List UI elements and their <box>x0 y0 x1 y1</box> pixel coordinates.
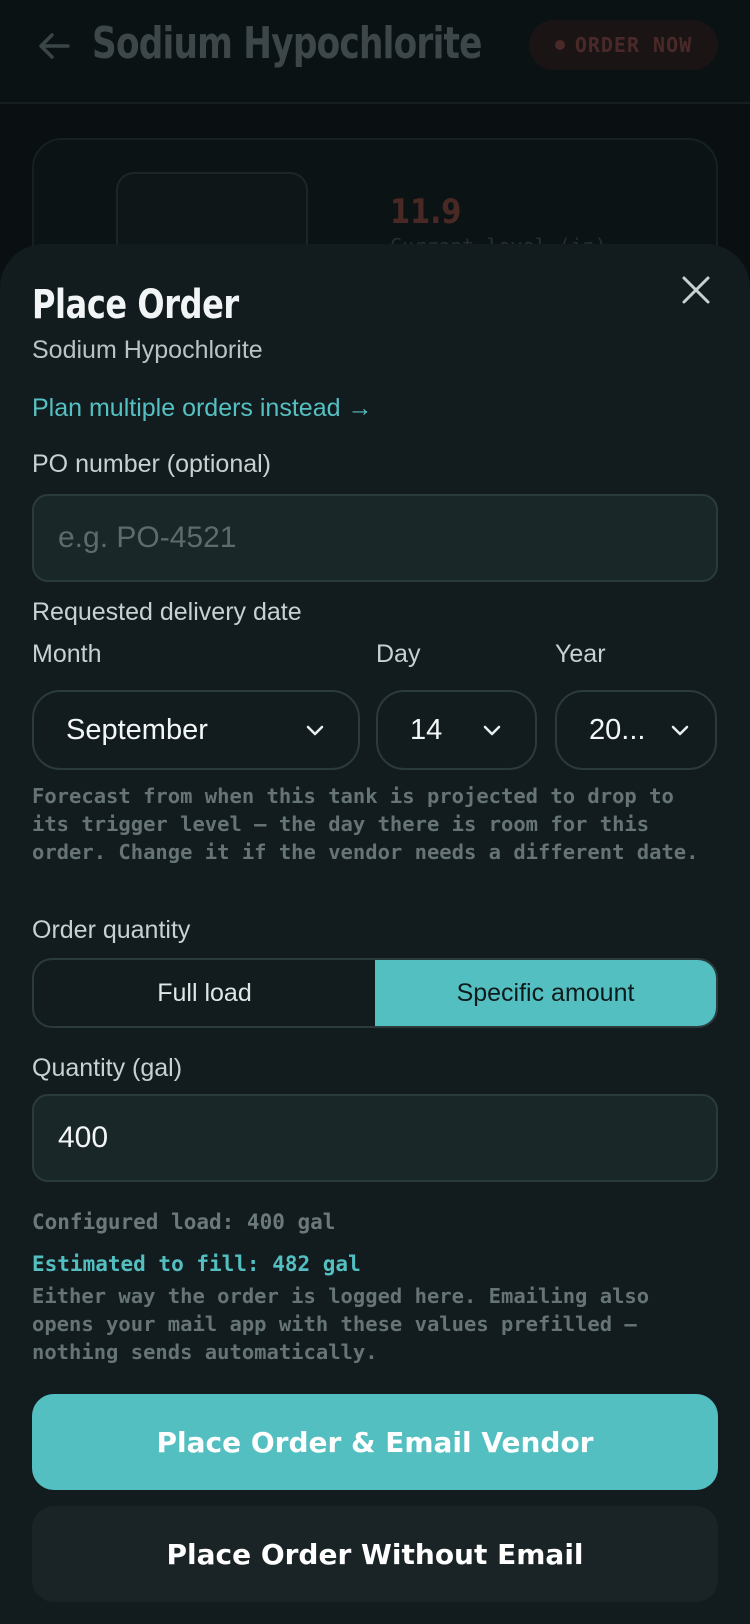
quantity-value: 400 <box>58 1121 109 1154</box>
full-load-option[interactable]: Full load <box>34 960 375 1026</box>
quantity-gal-label: Quantity (gal) <box>32 1054 183 1082</box>
close-icon <box>682 276 710 304</box>
order-now-badge[interactable]: ORDER NOW <box>529 20 718 70</box>
specific-amount-option[interactable]: Specific amount <box>375 960 716 1026</box>
delivery-date-hint: Forecast from when this tank is projecte… <box>32 784 699 864</box>
place-order-email-button[interactable]: Place Order & Email Vendor <box>32 1394 718 1490</box>
page-header: Sodium Hypochlorite ORDER NOW <box>0 0 750 104</box>
chevron-down-icon <box>483 725 501 736</box>
day-select[interactable]: 14 <box>376 690 537 770</box>
estimated-fill-text: Estimated to fill: 482 gal <box>32 1252 361 1276</box>
place-order-sheet: Place Order Sodium Hypochlorite Plan mul… <box>0 244 750 1624</box>
po-number-label: PO number (optional) <box>32 450 272 478</box>
delivery-date-label: Requested delivery date <box>32 598 302 626</box>
day-value: 14 <box>410 713 443 746</box>
sheet-subtitle: Sodium Hypochlorite <box>32 336 263 364</box>
year-select[interactable]: 20... <box>555 690 717 770</box>
month-label: Month <box>32 640 102 668</box>
email-note: Either way the order is logged here. Ema… <box>32 1284 650 1364</box>
month-select[interactable]: September <box>32 690 360 770</box>
order-now-label: ORDER NOW <box>574 33 693 57</box>
place-order-no-email-button[interactable]: Place Order Without Email <box>32 1506 718 1602</box>
back-arrow-icon[interactable] <box>34 26 74 66</box>
year-value: 20... <box>589 713 646 746</box>
year-label: Year <box>555 640 606 668</box>
chevron-down-icon <box>306 725 324 736</box>
status-dot-icon <box>554 40 565 50</box>
configured-load-text: Configured load: 400 gal <box>32 1210 336 1234</box>
plan-multiple-orders-link[interactable]: Plan multiple orders instead → <box>32 394 372 423</box>
po-number-input[interactable]: e.g. PO-4521 <box>32 494 718 582</box>
close-button[interactable] <box>672 266 720 314</box>
day-label: Day <box>376 640 421 668</box>
order-quantity-label: Order quantity <box>32 916 191 944</box>
chevron-down-icon <box>671 725 689 736</box>
order-quantity-toggle: Full load Specific amount <box>32 958 718 1028</box>
page-title: Sodium Hypochlorite <box>92 18 482 69</box>
month-value: September <box>66 713 208 746</box>
tank-level-value: 11.9 <box>390 192 462 232</box>
sheet-title: Place Order <box>32 282 239 328</box>
quantity-input[interactable]: 400 <box>32 1094 718 1182</box>
po-number-placeholder: e.g. PO-4521 <box>58 521 237 554</box>
